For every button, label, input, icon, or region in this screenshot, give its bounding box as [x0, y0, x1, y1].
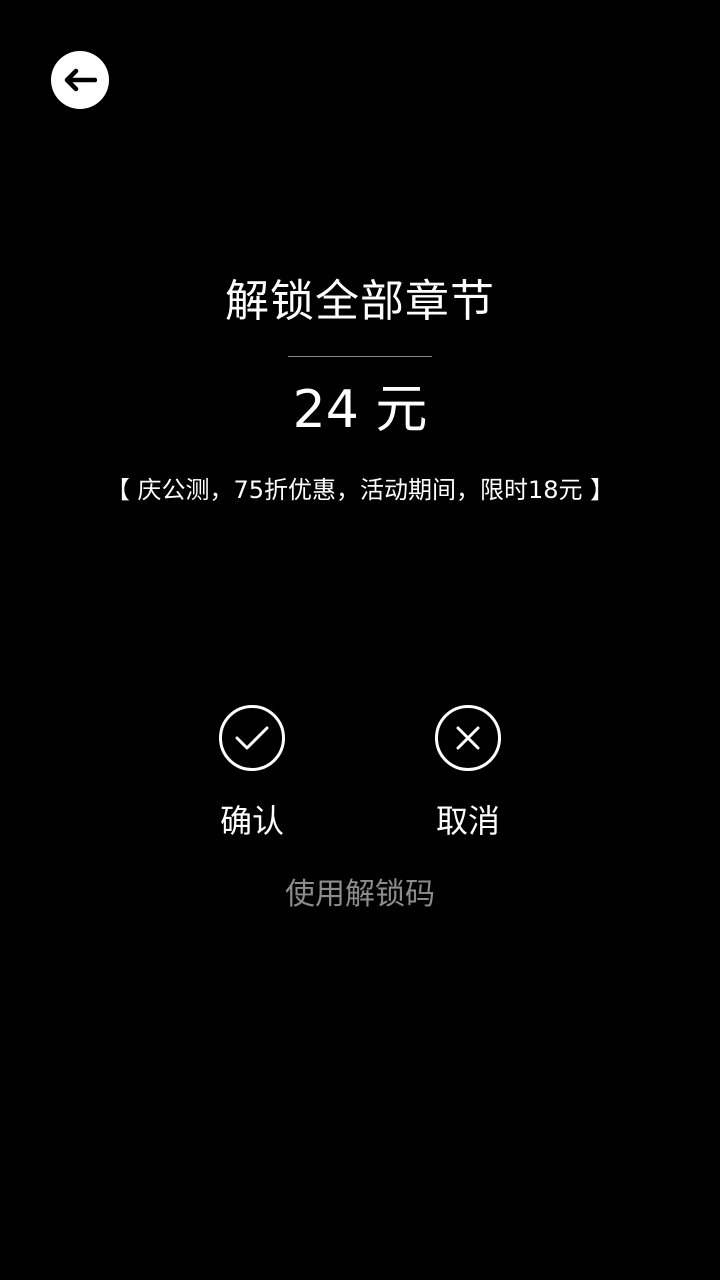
price-label: 24 元	[292, 380, 428, 440]
x-icon	[456, 726, 480, 750]
cancel-label: 取消	[435, 802, 500, 840]
promo-text: 【 庆公测，75折优惠，活动期间，限时18元 】	[105, 476, 615, 504]
back-button[interactable]	[51, 51, 109, 109]
confirm-ring	[219, 705, 285, 771]
arrow-left-icon	[64, 68, 97, 92]
confirm-label: 确认	[219, 802, 284, 840]
unlock-title: 解锁全部章节	[225, 276, 495, 327]
confirm-button[interactable]: 确认	[182, 705, 322, 841]
unlock-code-link[interactable]: 使用解锁码	[0, 874, 720, 916]
title-divider	[288, 356, 432, 357]
cancel-ring	[435, 705, 501, 771]
cancel-button[interactable]: 取消	[398, 705, 538, 841]
check-icon	[235, 726, 269, 750]
